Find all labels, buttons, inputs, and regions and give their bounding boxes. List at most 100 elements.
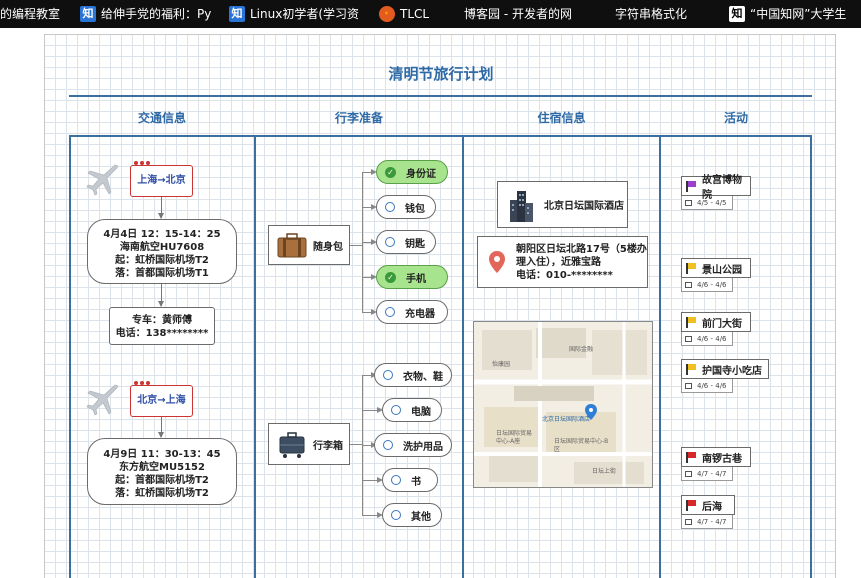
- checklist-item-wallet[interactable]: 钱包: [376, 195, 436, 219]
- activity-header: 前门大街: [681, 312, 751, 332]
- title-divider: [69, 95, 812, 97]
- cnki-icon: 知: [729, 6, 745, 22]
- column-divider: [659, 135, 661, 578]
- circle-icon: [383, 440, 393, 450]
- route-shanghai-beijing[interactable]: 上海→北京: [130, 161, 193, 197]
- checklist-item-phone[interactable]: ✓ 手机: [376, 265, 448, 289]
- decoration-dots: [134, 381, 150, 385]
- checklist-item-keys[interactable]: 钥匙: [376, 230, 436, 254]
- route-beijing-shanghai[interactable]: 北京→上海: [130, 381, 193, 417]
- bookmark-item[interactable]: 知 Linux初学者(学习资: [229, 0, 359, 28]
- map-label: 怡康园: [492, 361, 511, 368]
- checklist-item-other[interactable]: 其他: [382, 503, 442, 527]
- page-margin-right: [836, 28, 861, 578]
- flag-icon: [686, 500, 696, 511]
- mindmap-canvas[interactable]: 清明节旅行计划 交通信息 行李准备 住宿信息 活动 上海→北京 4月4日 12：…: [44, 34, 836, 578]
- column-divider: [254, 135, 256, 578]
- activity-houhai[interactable]: 后海 4/7 - 4/7: [681, 495, 735, 529]
- map-label: 日坛上街: [592, 468, 617, 475]
- circle-icon: [391, 405, 401, 415]
- car-info[interactable]: 专车：黄师傅 电话：138********: [109, 307, 215, 345]
- check-icon: ✓: [385, 271, 396, 283]
- flag-icon: [686, 364, 696, 375]
- checklist-item-charger[interactable]: 充电器: [376, 300, 448, 324]
- checklist-item-clothes[interactable]: 衣物、鞋: [374, 363, 452, 387]
- bookmark-item[interactable]: 博客园 - 开发者的网: [464, 0, 572, 28]
- column-divider: [462, 135, 464, 578]
- suitcase-node[interactable]: 行李箱: [268, 423, 350, 465]
- activity-huguosi-snacks[interactable]: 护国寺小吃店 4/6 - 4/6: [681, 359, 769, 393]
- airplane-icon: [86, 384, 119, 416]
- calendar-icon: [685, 199, 692, 206]
- branch-line: [350, 245, 362, 246]
- hotel-node[interactable]: 北京日坛国际酒店: [497, 181, 628, 228]
- activity-header: 景山公园: [681, 258, 751, 278]
- airplane-icon: [86, 164, 119, 196]
- page-margin-left: [0, 28, 44, 578]
- map-label: 国际金融: [569, 346, 594, 353]
- activity-nanluo-lane[interactable]: 南锣古巷 4/7 - 4/7: [681, 447, 751, 481]
- bookmark-item[interactable]: 🔸 TLCL: [379, 0, 429, 28]
- browser-bookmark-bar: 的编程教室 知给伸手党的福利：Py 知 Linux初学者(学习资 🔸 TLCL 博客…: [0, 0, 861, 28]
- connector-arrow: [158, 284, 164, 307]
- activity-jingshan-park[interactable]: 景山公园 4/6 - 4/6: [681, 258, 751, 292]
- activity-date: 4/6 - 4/6: [681, 379, 733, 393]
- flight-info-outbound[interactable]: 4月4日 12：15-14：25 海南航空HU7608 起：虹桥国际机场T2 落…: [87, 219, 237, 284]
- flag-icon: [686, 317, 696, 328]
- calendar-icon: [685, 470, 692, 477]
- map-image: [474, 322, 652, 487]
- activity-header: 后海: [681, 495, 735, 515]
- connector-arrow: [158, 197, 164, 219]
- calendar-icon: [685, 281, 692, 288]
- decoration-dots: [134, 161, 150, 165]
- circle-icon: [383, 370, 393, 380]
- bookmark-item[interactable]: 知 “中国知网”大学生: [729, 0, 846, 28]
- bookmark-item[interactable]: 的编程教室: [0, 0, 60, 28]
- address-node[interactable]: 朝阳区日坛北路17号（5楼办 理入住），近雅宝路 电话：010-********: [477, 236, 648, 288]
- activity-date: 4/5 - 4/5: [681, 196, 733, 210]
- bookmark-item[interactable]: 字符串格式化: [615, 0, 687, 28]
- tlcl-icon: 🔸: [379, 6, 395, 22]
- calendar-icon: [685, 518, 692, 525]
- map-label: 日坛国际贸易中心-A座: [496, 430, 533, 445]
- circle-icon: [385, 307, 395, 317]
- activity-qianmen-street[interactable]: 前门大街 4/6 - 4/6: [681, 312, 751, 346]
- hotel-map[interactable]: 怡康园 国际金融 日坛国际贸易中心-A座 日坛国际贸易中心-B区 日坛上街 北京…: [473, 321, 653, 488]
- carry-on-bag-node[interactable]: 随身包: [268, 225, 350, 265]
- activity-date: 4/7 - 4/7: [681, 467, 733, 481]
- branch-line: [350, 444, 362, 445]
- check-icon: ✓: [385, 166, 396, 178]
- column-header-luggage: 行李准备: [334, 111, 383, 125]
- map-label: 日坛国际贸易中心-B区: [554, 438, 609, 453]
- activity-palace-museum[interactable]: 故宫博物院 4/5 - 4/5: [681, 175, 751, 210]
- zhihu-icon: 知: [80, 6, 96, 22]
- column-header-transport: 交通信息: [137, 111, 186, 125]
- checklist-item-books[interactable]: 书: [382, 468, 438, 492]
- checklist-item-toiletries[interactable]: 洗护用品: [374, 433, 452, 457]
- map-label-hotel: 北京日坛国际酒店: [542, 416, 591, 423]
- flag-icon: [686, 263, 696, 274]
- zhihu-icon: 知: [229, 6, 245, 22]
- activity-date: 4/6 - 4/6: [681, 332, 733, 346]
- calendar-icon: [685, 382, 692, 389]
- flag-icon: [686, 452, 696, 463]
- calendar-icon: [685, 335, 692, 342]
- activity-header: 故宫博物院: [681, 175, 751, 201]
- bookmark-item[interactable]: 知给伸手党的福利：Py: [80, 0, 211, 28]
- connector-arrow: [158, 417, 164, 438]
- circle-icon: [391, 475, 401, 485]
- checklist-item-id-card[interactable]: ✓ 身份证: [376, 160, 448, 184]
- page-title: 清明节旅行计划: [388, 65, 494, 83]
- suitcase-icon: [279, 432, 305, 458]
- location-pin-icon: [489, 251, 505, 273]
- building-icon: [510, 190, 533, 222]
- activity-header: 南锣古巷: [681, 447, 751, 467]
- activity-date: 4/7 - 4/7: [681, 515, 733, 529]
- checklist-item-computer[interactable]: 电脑: [382, 398, 442, 422]
- column-header-lodging: 住宿信息: [537, 111, 586, 125]
- flight-info-return[interactable]: 4月9日 11：30-13：45 东方航空MU5152 起：首都国际机场T2 落…: [87, 438, 237, 505]
- circle-icon: [385, 237, 395, 247]
- briefcase-icon: [277, 233, 307, 258]
- circle-icon: [391, 510, 401, 520]
- activity-date: 4/6 - 4/6: [681, 278, 733, 292]
